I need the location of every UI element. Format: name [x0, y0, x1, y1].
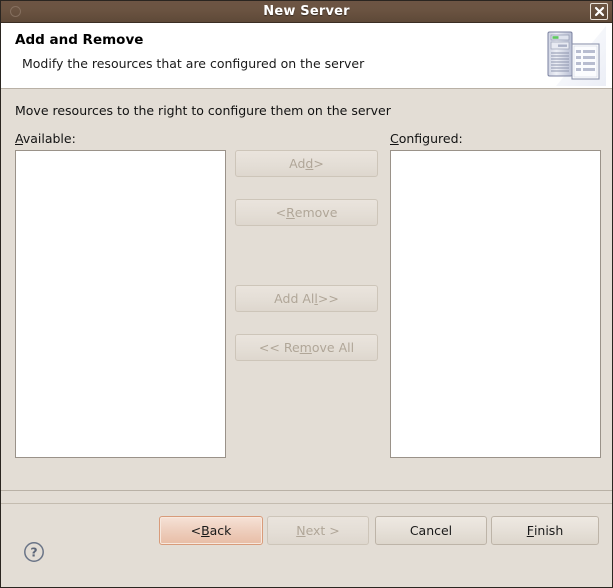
remove-all-button[interactable]: << Re m ove All: [235, 334, 378, 361]
transfer-button-group: Ad d > < Remove Add Al l >> << Re m ove All: [235, 150, 378, 361]
add-button-mnemonic: d: [305, 156, 314, 171]
add-all-button[interactable]: Add Al l >>: [235, 285, 378, 312]
configured-listbox[interactable]: [390, 150, 601, 458]
add-all-button-label-post: >>: [317, 291, 339, 306]
available-label: Available:: [15, 131, 76, 146]
cancel-button-label: Cancel: [409, 523, 453, 538]
next-button-mnemonic: N: [296, 523, 306, 538]
configured-label-text: onfigured:: [398, 131, 463, 146]
footer-divider: [1, 503, 612, 504]
remove-all-button-label-pre: << Re: [258, 340, 300, 355]
available-label-text: vailable:: [22, 131, 76, 146]
instruction-text: Move resources to the right to configure…: [15, 103, 391, 118]
add-all-button-label-pre: Add Al: [274, 291, 315, 306]
wizard-header: Add and Remove Modify the resources that…: [1, 23, 612, 89]
remove-button[interactable]: < Remove: [235, 199, 378, 226]
remove-button-mnemonic: R: [286, 205, 295, 220]
available-listbox[interactable]: [15, 150, 226, 458]
svg-text:?: ?: [30, 544, 37, 559]
available-label-mnemonic: A: [15, 131, 23, 146]
back-button[interactable]: < Back: [159, 516, 263, 545]
window-menu-icon[interactable]: [10, 6, 21, 17]
back-button-label-post: ack: [209, 523, 232, 538]
remove-all-button-mnemonic: m: [299, 340, 312, 355]
footer-button-group: < Back Next > Cancel Finish: [1, 516, 612, 546]
next-button[interactable]: Next >: [267, 516, 369, 545]
page-title: Add and Remove: [15, 32, 144, 48]
configured-label-mnemonic: C: [390, 131, 399, 146]
window-title: New Server: [263, 4, 350, 19]
help-question-icon[interactable]: ?: [23, 541, 45, 563]
window-titlebar[interactable]: New Server: [1, 1, 612, 23]
remove-button-label-post: emove: [294, 205, 338, 220]
remove-all-button-label-post: ove All: [311, 340, 355, 355]
new-server-dialog: New Server Add and Remove Modify the res…: [0, 0, 613, 588]
remove-button-label-pre: <: [275, 205, 287, 220]
back-button-mnemonic: B: [201, 523, 210, 538]
add-button[interactable]: Ad d >: [235, 150, 378, 177]
page-subtitle: Modify the resources that are configured…: [22, 56, 365, 71]
close-icon[interactable]: [590, 3, 608, 20]
finish-button[interactable]: Finish: [491, 516, 599, 545]
server-and-document-icon: [542, 26, 606, 86]
cancel-button[interactable]: Cancel: [375, 516, 487, 545]
finish-button-label-post: inish: [533, 523, 564, 538]
add-button-label-post: >: [313, 156, 324, 171]
back-button-label-pre: <: [190, 523, 202, 538]
add-button-label-pre: Ad: [289, 156, 306, 171]
dialog-body: Move resources to the right to configure…: [1, 89, 612, 490]
next-button-label-post: ext >: [305, 523, 340, 538]
dialog-footer: < Back Next > Cancel Finish: [1, 490, 612, 587]
finish-button-mnemonic: F: [526, 523, 534, 538]
configured-label: Configured:: [390, 131, 463, 146]
